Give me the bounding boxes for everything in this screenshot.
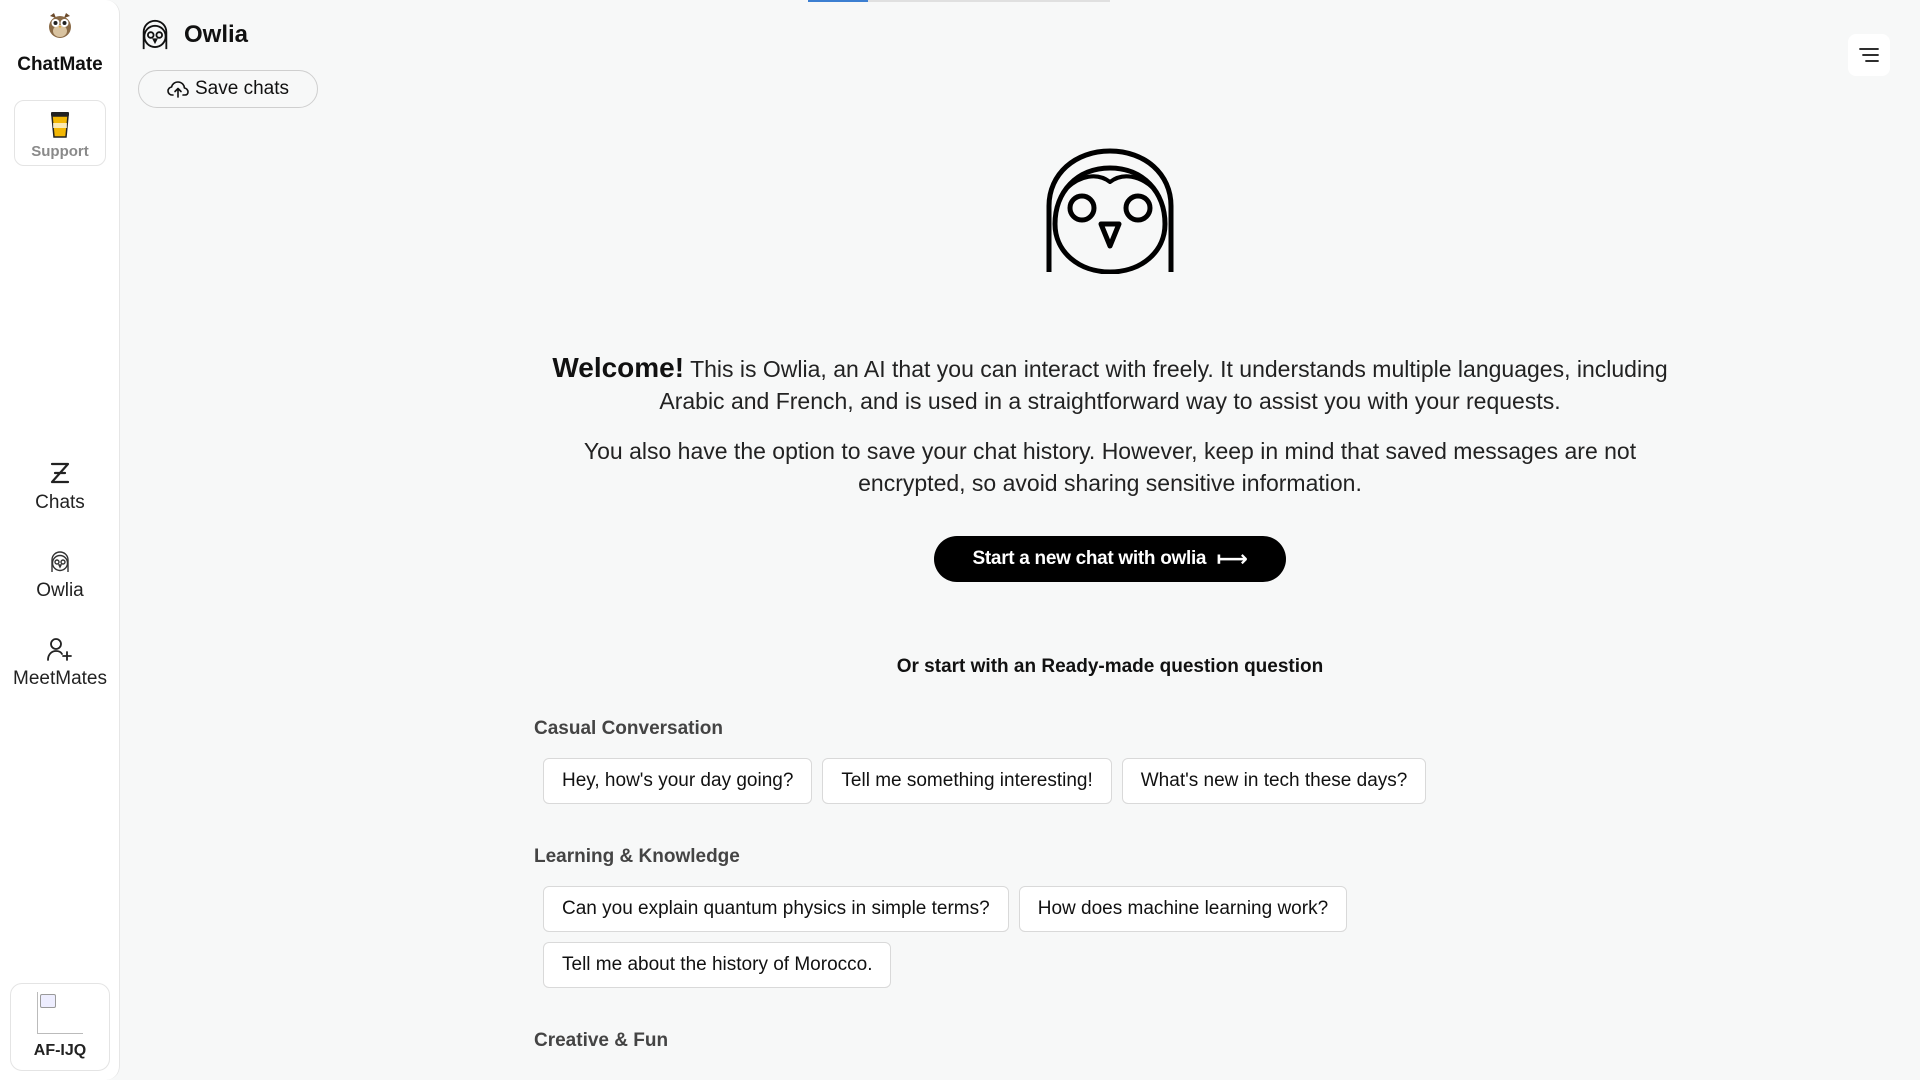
user-name: AF-IJQ [33, 1042, 87, 1059]
save-chats-label: Save chats [195, 78, 289, 99]
ready-made-heading: Or start with an Ready-made question que… [896, 656, 1324, 677]
category-creative-fun: Creative & Fun [534, 1030, 1686, 1052]
page-title: Owlia [184, 21, 249, 48]
intro-body-1: This is Owlia, an AI that you can intera… [659, 356, 1668, 414]
category-title: Learning & Knowledge [534, 846, 740, 867]
start-new-chat-button[interactable]: Start a new chat with owlia ⟼ [934, 536, 1286, 582]
question-chip[interactable]: How does machine learning work? [1018, 886, 1348, 932]
category-title: Casual Conversation [534, 718, 723, 739]
coffee-cup-icon [51, 112, 69, 138]
intro-paragraph-2: You also have the option to save your ch… [583, 438, 1637, 496]
intro-text: Welcome! This is Owlia, an AI that you c… [540, 352, 1680, 499]
owl-icon [51, 551, 69, 572]
question-chip[interactable]: Hey, how's your day going? [543, 758, 813, 804]
question-chip[interactable]: What's new in tech these days? [1121, 758, 1427, 804]
brand[interactable]: ChatMate [0, 10, 120, 76]
nav-item-owlia[interactable]: Owlia [0, 550, 120, 602]
category-title: Creative & Fun [534, 1030, 669, 1051]
start-new-chat-label: Start a new chat with owlia [972, 548, 1207, 569]
sidebar: ChatMate Support Chats Owlia MeetMates A… [0, 0, 120, 1080]
nav-item-chats[interactable]: Chats [0, 460, 120, 514]
menu-button[interactable] [1848, 34, 1890, 76]
support-label: Support [31, 143, 89, 160]
add-user-icon [47, 638, 72, 661]
nav-label-meetmates: MeetMates [13, 668, 107, 689]
top-tab-indicator [808, 0, 1110, 2]
page-header: Owlia [138, 18, 248, 52]
support-button[interactable]: Support [14, 100, 106, 166]
intro-paragraph-1: Welcome! This is Owlia, an AI that you c… [540, 352, 1680, 417]
owl-icon [142, 19, 168, 50]
question-list: Can you explain quantum physics in simpl… [543, 886, 1463, 998]
avatar [37, 992, 83, 1034]
category-casual-conversation: Casual Conversation Hey, how's your day … [534, 718, 1686, 814]
nav-item-meetmates[interactable]: MeetMates [0, 636, 120, 690]
question-chip[interactable]: Tell me something interesting! [822, 758, 1112, 804]
nav-label-owlia: Owlia [36, 580, 84, 601]
question-chip[interactable]: Tell me about the history of Morocco. [543, 942, 892, 988]
owl-hero-icon [1046, 148, 1174, 274]
arrow-right-icon: ⟼ [1216, 546, 1248, 571]
menu-icon [1859, 48, 1879, 62]
save-chats-button[interactable]: Save chats [138, 70, 318, 108]
question-chip[interactable]: Can you explain quantum physics in simpl… [543, 886, 1009, 932]
nav-label-chats: Chats [35, 492, 85, 513]
owl-logo-icon [49, 13, 71, 38]
cloud-upload-icon [167, 81, 189, 98]
welcome-heading: Welcome! [552, 352, 685, 383]
category-learning-knowledge: Learning & Knowledge Can you explain qua… [534, 846, 1686, 998]
app-name: ChatMate [17, 54, 103, 75]
user-profile[interactable]: AF-IJQ [10, 983, 110, 1071]
chats-icon [50, 462, 70, 484]
question-list: Hey, how's your day going? Tell me somet… [543, 758, 1463, 814]
active-tab-indicator [808, 0, 868, 2]
